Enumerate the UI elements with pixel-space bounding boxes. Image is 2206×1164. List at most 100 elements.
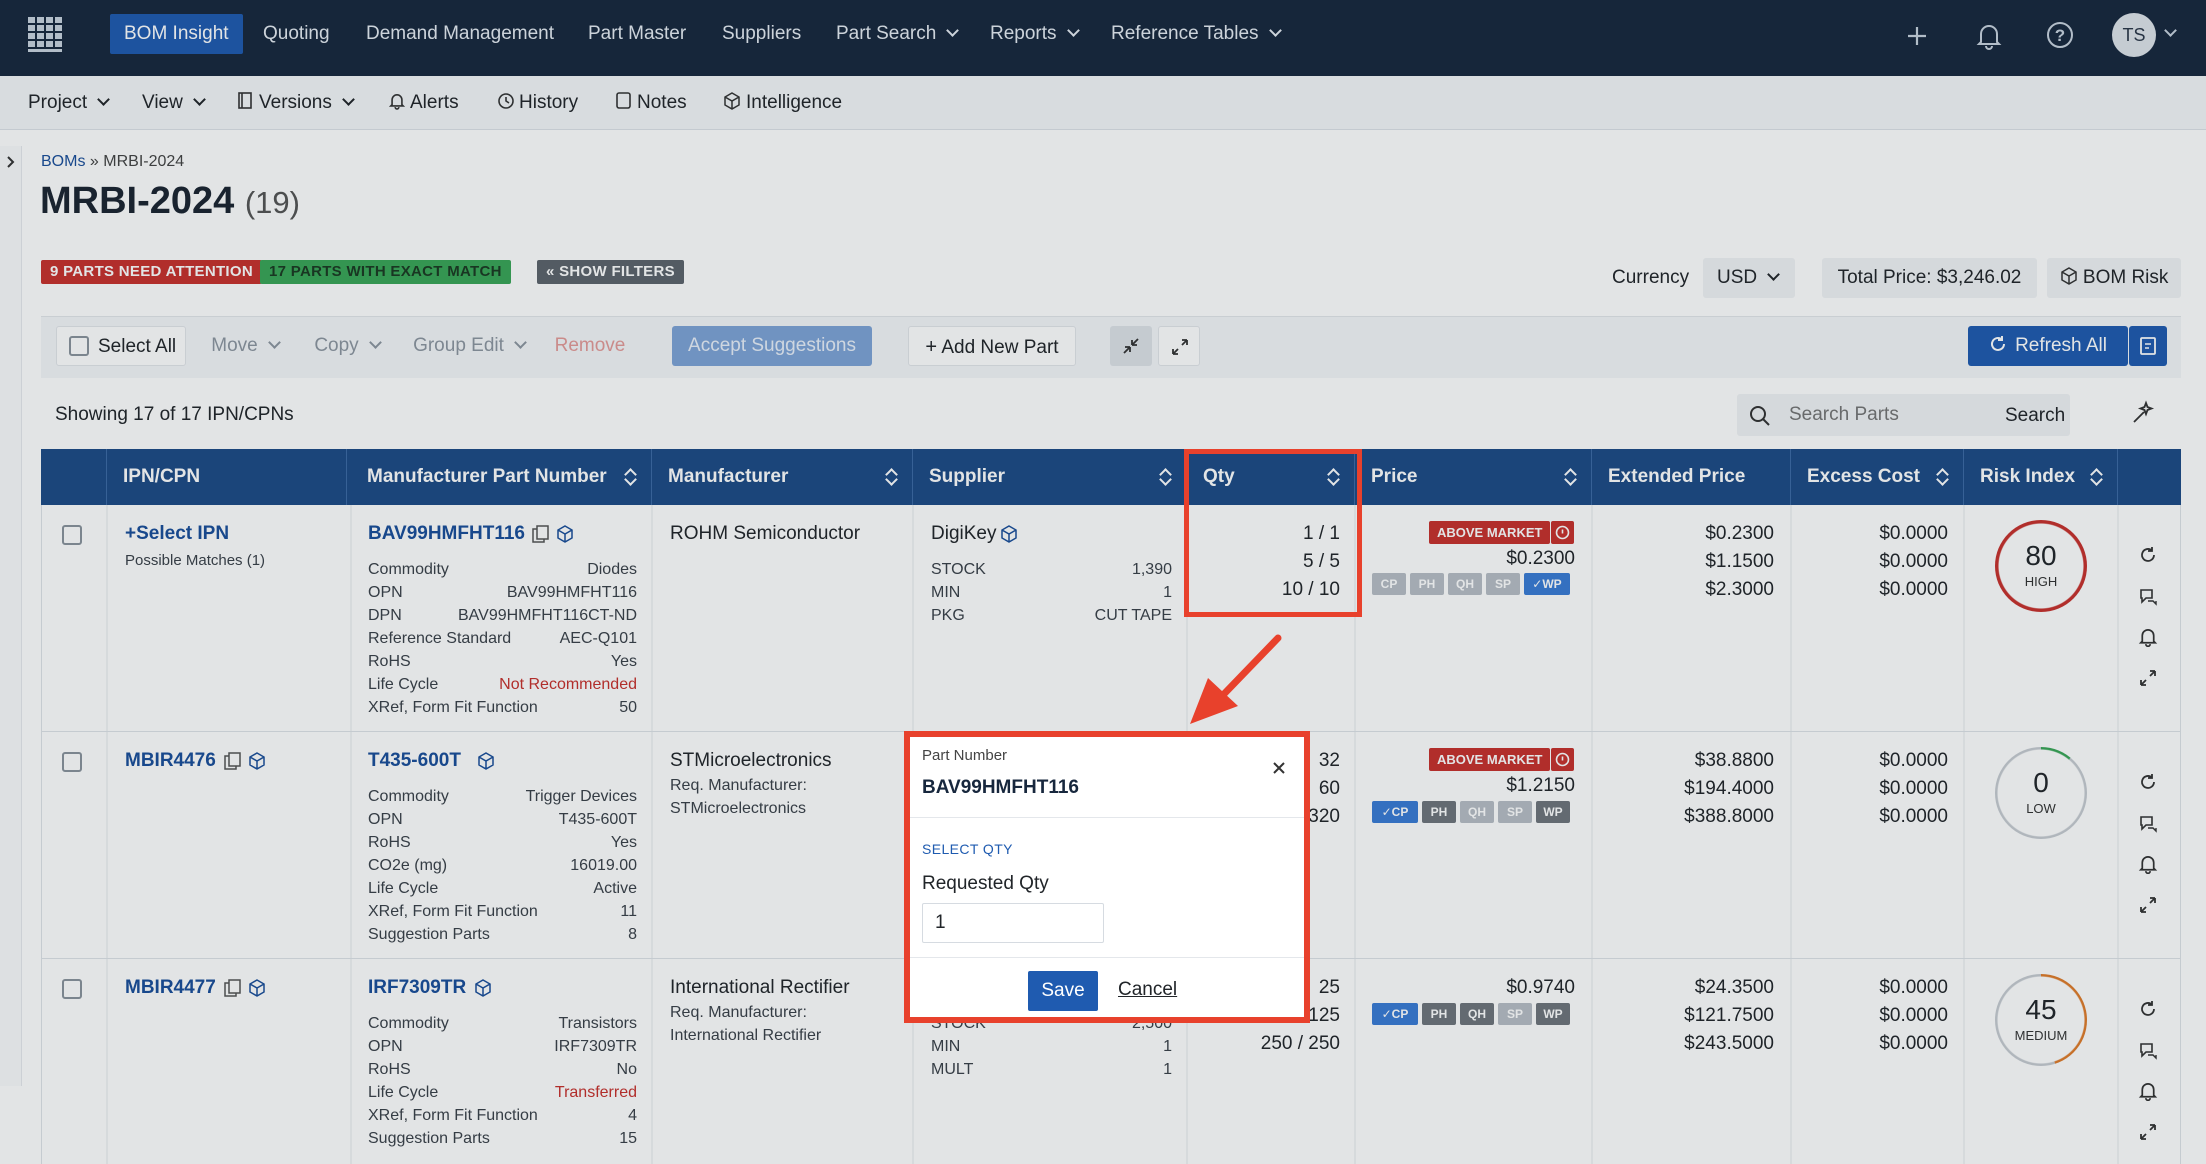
breadcrumb-boms-link[interactable]: BOMs (41, 153, 85, 170)
column-manufacturer[interactable]: Manufacturer (652, 449, 913, 505)
expand-icon[interactable] (2138, 1122, 2158, 1142)
ipn-link[interactable]: MBIR4476 (125, 750, 216, 772)
expand-icon[interactable] (2138, 668, 2158, 688)
cube-icon[interactable] (556, 525, 574, 543)
menu-project[interactable]: Project (28, 76, 111, 130)
mpn-link[interactable]: BAV99HMFHT116 (368, 523, 525, 545)
menu-versions[interactable]: Versions (238, 76, 355, 130)
currency-select[interactable]: USD (1703, 258, 1795, 298)
chip-qh[interactable]: QH (1448, 573, 1482, 595)
export-button[interactable] (2129, 326, 2167, 366)
chip-ph[interactable]: PH (1422, 1003, 1456, 1025)
column-supplier[interactable]: Supplier (913, 449, 1187, 505)
chip-wp[interactable]: ✓WP (1524, 573, 1570, 595)
add-new-part-button[interactable]: + Add New Part (908, 326, 1076, 366)
nav-bom-insight[interactable]: BOM Insight (110, 14, 243, 54)
select-all-checkbox[interactable]: Select All (56, 326, 186, 366)
chip-cp[interactable]: ✓CP (1372, 1003, 1418, 1025)
plus-icon[interactable] (1905, 24, 1929, 48)
row-checkbox[interactable] (62, 979, 82, 999)
avatar[interactable]: TS (2112, 13, 2156, 57)
refresh-all-button[interactable]: Refresh All (1968, 326, 2128, 366)
copy-button[interactable]: Copy (302, 326, 392, 366)
copy-icon[interactable] (224, 752, 242, 772)
checkbox[interactable] (69, 336, 89, 356)
chat-icon[interactable] (2138, 586, 2158, 606)
exact-match-badge[interactable]: 17 PARTS WITH EXACT MATCH (260, 260, 511, 284)
menu-alerts[interactable]: Alerts (389, 76, 459, 130)
chevron-down-icon[interactable] (2164, 24, 2177, 44)
chip-ph[interactable]: PH (1422, 801, 1456, 823)
chip-sp[interactable]: SP (1498, 1003, 1532, 1025)
move-button[interactable]: Move (200, 326, 290, 366)
chip-sp[interactable]: SP (1486, 573, 1520, 595)
nav-suppliers[interactable]: Suppliers (708, 14, 815, 54)
cube-icon[interactable] (477, 752, 495, 770)
nav-part-search[interactable]: Part Search (822, 14, 971, 54)
bell-icon[interactable] (1976, 22, 2002, 50)
mpn-link[interactable]: IRF7309TR (368, 977, 466, 999)
chip-ph[interactable]: PH (1410, 573, 1444, 595)
chip-wp[interactable]: WP (1536, 1003, 1570, 1025)
search-input[interactable] (1789, 399, 1999, 431)
expand-button[interactable] (1158, 326, 1200, 366)
nav-reports[interactable]: Reports (976, 14, 1092, 54)
nav-part-master[interactable]: Part Master (574, 14, 700, 54)
chip-wp[interactable]: WP (1536, 801, 1570, 823)
chip-sp[interactable]: SP (1498, 801, 1532, 823)
menu-history[interactable]: History (496, 76, 578, 130)
app-grid-icon[interactable] (26, 15, 70, 55)
copy-icon[interactable] (224, 979, 242, 999)
refresh-icon[interactable] (2138, 545, 2158, 565)
column-extended-price[interactable]: Extended Price (1592, 449, 1791, 505)
chat-icon[interactable] (2138, 813, 2158, 833)
bell-icon[interactable] (2138, 1081, 2158, 1101)
attention-badge[interactable]: 9 PARTS NEED ATTENTION (41, 260, 262, 284)
menu-view[interactable]: View (142, 76, 206, 130)
accept-suggestions-button[interactable]: Accept Suggestions (672, 326, 872, 366)
column-ipn-cpn[interactable]: IPN/CPN (107, 449, 347, 505)
refresh-icon[interactable] (2138, 999, 2158, 1019)
row-checkbox[interactable] (62, 752, 82, 772)
qty-value[interactable]: 250 / 250 (1200, 1033, 1340, 1055)
copy-icon[interactable] (532, 525, 550, 545)
requested-qty-input[interactable] (922, 903, 1104, 943)
sort-icon[interactable] (625, 468, 635, 486)
ipn-link[interactable]: MBIR4477 (125, 977, 216, 999)
sort-icon[interactable] (886, 468, 896, 486)
close-icon[interactable] (1270, 759, 1288, 777)
chip-qh[interactable]: QH (1460, 1003, 1494, 1025)
refresh-icon[interactable] (2138, 772, 2158, 792)
sort-icon[interactable] (1565, 468, 1575, 486)
remove-button[interactable]: Remove (544, 326, 636, 366)
column-mpn[interactable]: Manufacturer Part Number (351, 449, 652, 505)
show-filters-button[interactable]: « SHOW FILTERS (537, 260, 684, 284)
menu-notes[interactable]: Notes (616, 76, 687, 130)
search-button[interactable]: Search (2005, 405, 2065, 427)
bell-icon[interactable] (2138, 627, 2158, 647)
chat-icon[interactable] (2138, 1040, 2158, 1060)
chip-qh[interactable]: QH (1460, 801, 1494, 823)
collapse-button[interactable] (1110, 326, 1152, 366)
sort-icon[interactable] (1937, 468, 1947, 486)
chip-cp[interactable]: ✓CP (1372, 801, 1418, 823)
alert-icon[interactable] (1551, 748, 1574, 771)
row-checkbox[interactable] (62, 525, 82, 545)
cube-icon[interactable] (474, 979, 492, 997)
menu-intelligence[interactable]: Intelligence (723, 76, 842, 130)
group-edit-button[interactable]: Group Edit (404, 326, 534, 366)
search-icon[interactable] (1749, 405, 1771, 427)
cancel-button[interactable]: Cancel (1118, 979, 1177, 1001)
nav-reference-tables[interactable]: Reference Tables (1097, 14, 1294, 54)
alert-icon[interactable] (1551, 521, 1574, 544)
column-risk-index[interactable]: Risk Index (1964, 449, 2118, 505)
save-button[interactable]: Save (1028, 971, 1098, 1011)
select-ipn-link[interactable]: +Select IPN (125, 523, 229, 545)
mpn-link[interactable]: T435-600T (368, 750, 461, 772)
nav-quoting[interactable]: Quoting (249, 14, 344, 54)
sort-icon[interactable] (2091, 468, 2101, 486)
help-icon[interactable]: ? (2046, 21, 2074, 49)
chip-cp[interactable]: CP (1372, 573, 1406, 595)
sort-icon[interactable] (1160, 468, 1170, 486)
expand-icon[interactable] (2138, 895, 2158, 915)
